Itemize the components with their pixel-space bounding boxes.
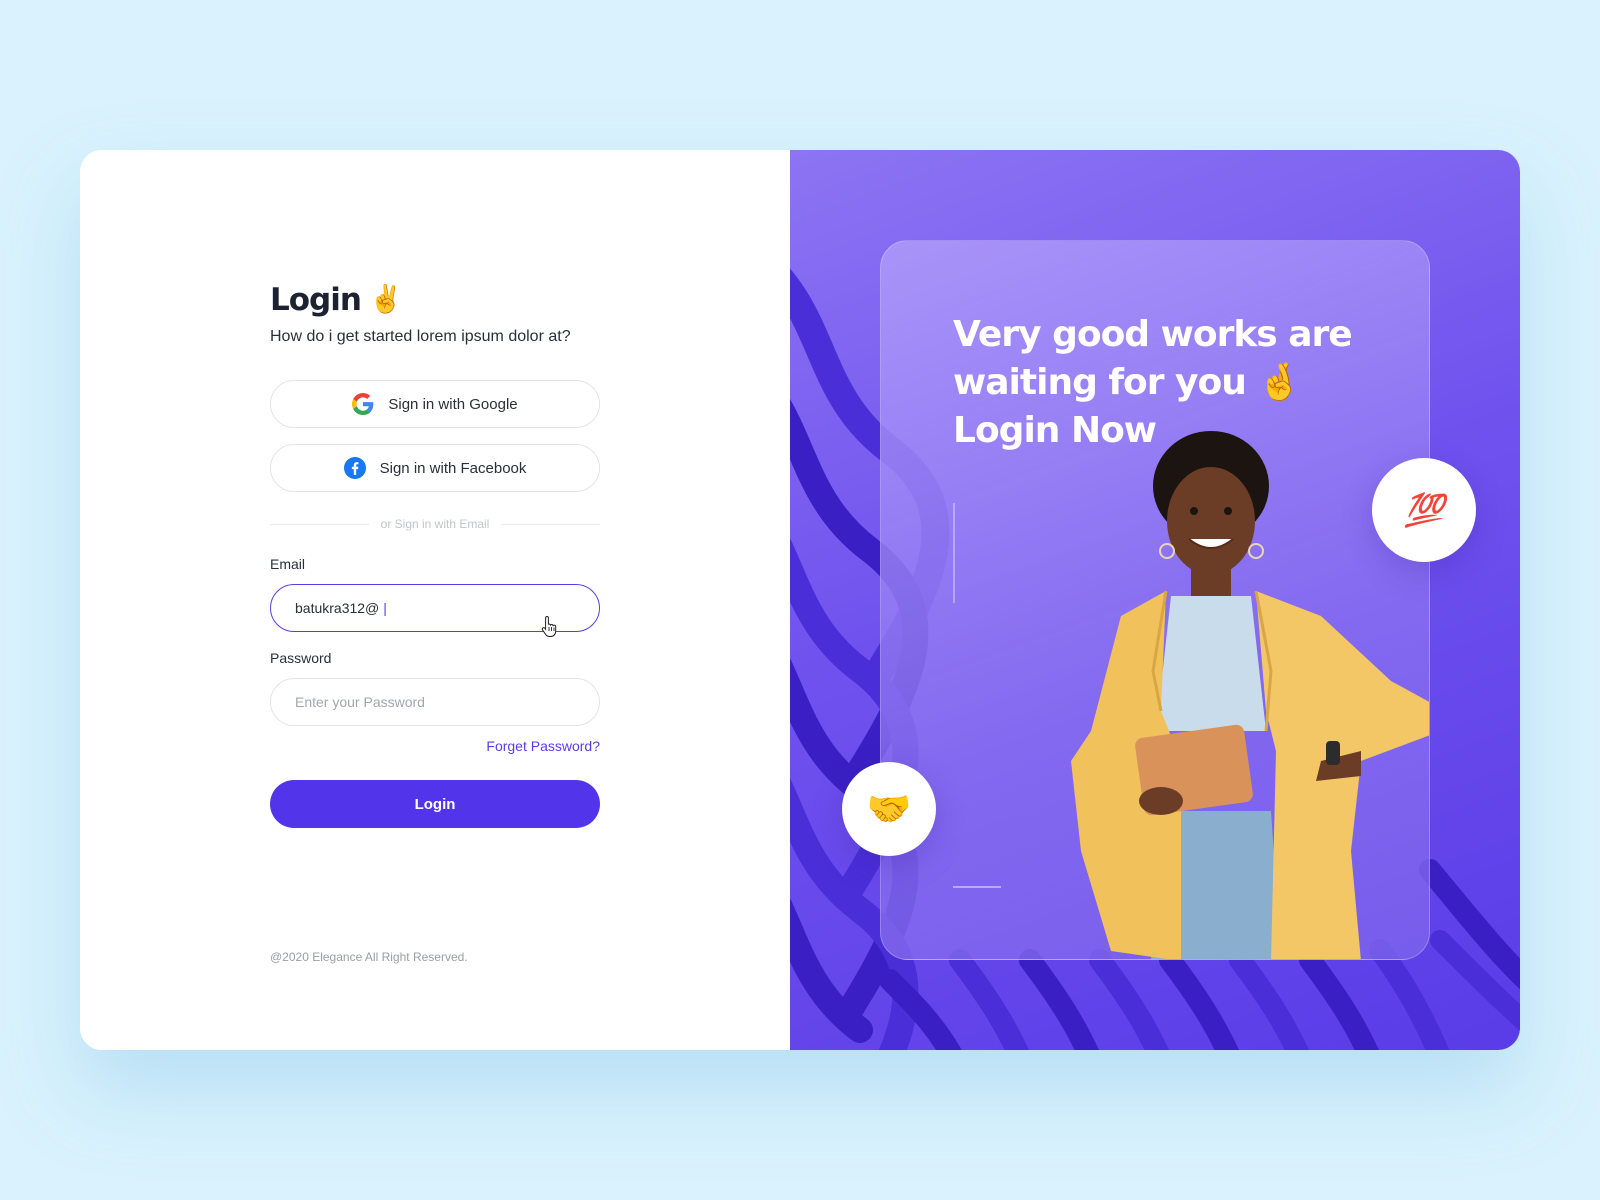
- hand-pointer-icon: [541, 615, 559, 637]
- login-button[interactable]: Login: [270, 780, 600, 828]
- login-card: Login ✌️ How do i get started lorem ipsu…: [80, 150, 1520, 1050]
- promo-headline-line2: waiting for you 🤞: [953, 362, 1302, 403]
- footer-copyright: @2020 Elegance All Right Reserved.: [270, 950, 468, 964]
- page-subtitle: How do i get started lorem ipsum dolor a…: [270, 328, 571, 345]
- page-title: Login ✌️: [270, 280, 600, 320]
- text-caret: |: [383, 600, 387, 616]
- victory-hand-icon: ✌️: [368, 284, 403, 315]
- divider: or Sign in with Email: [270, 514, 600, 534]
- decorative-line-horizontal: [953, 886, 1001, 888]
- email-value: batukra312@: [295, 600, 380, 616]
- google-signin-label: Sign in with Google: [388, 395, 518, 413]
- divider-line-right: [501, 523, 600, 525]
- promo-panel: Very good works are waiting for you 🤞 Lo…: [790, 150, 1520, 1050]
- google-icon: [352, 393, 374, 415]
- handshake-bubble: 🤝: [842, 762, 936, 856]
- password-placeholder: Enter your Password: [295, 694, 425, 710]
- forgot-row: Forget Password?: [270, 738, 600, 758]
- divider-text: or Sign in with Email: [380, 517, 490, 531]
- login-form: Login ✌️ How do i get started lorem ipsu…: [270, 280, 600, 828]
- password-label: Password: [270, 650, 332, 666]
- facebook-icon: [343, 457, 366, 479]
- promo-glass-card: Very good works are waiting for you 🤞 Lo…: [880, 240, 1430, 960]
- forgot-password-link[interactable]: Forget Password?: [486, 738, 600, 754]
- hundred-points-bubble: 💯: [1372, 458, 1476, 562]
- title-text: Login: [270, 282, 362, 318]
- google-signin-button[interactable]: Sign in with Google: [270, 380, 600, 428]
- email-field[interactable]: batukra312@ |: [270, 584, 600, 637]
- divider-line-left: [270, 523, 369, 525]
- login-panel: Login ✌️ How do i get started lorem ipsu…: [80, 150, 790, 1050]
- facebook-signin-label: Sign in with Facebook: [379, 459, 527, 477]
- decorative-line-vertical: [953, 503, 955, 603]
- password-field[interactable]: Enter your Password: [270, 678, 600, 726]
- facebook-signin-button[interactable]: Sign in with Facebook: [270, 444, 600, 492]
- promo-headline-line1: Very good works are: [953, 314, 1353, 355]
- email-label: Email: [270, 556, 306, 572]
